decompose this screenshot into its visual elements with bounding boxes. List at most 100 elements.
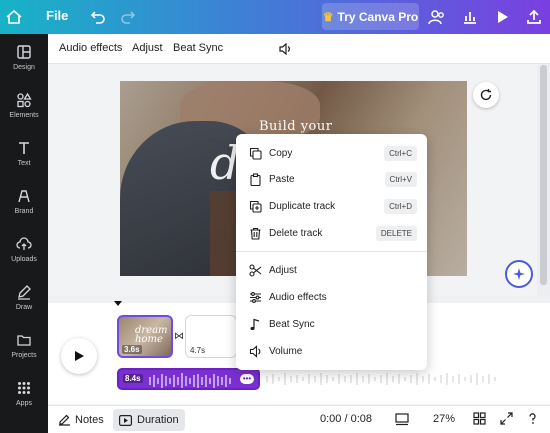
transition-icon[interactable]: ⋈ — [174, 331, 184, 342]
sidebar-item-text[interactable]: Text — [0, 140, 48, 184]
sidebar-item-uploads[interactable]: Uploads — [0, 236, 48, 280]
playhead-marker[interactable] — [114, 301, 122, 306]
menu-item-delete-track[interactable]: Delete track DELETE — [236, 221, 427, 245]
share-upload-icon[interactable] — [524, 7, 544, 27]
upload-cloud-icon — [16, 237, 32, 250]
duplicate-icon — [248, 199, 262, 213]
try-pro-label: Try Canva Pro — [337, 9, 419, 24]
timeline-play-button[interactable] — [61, 338, 97, 374]
sidebar-item-design[interactable]: Design — [0, 44, 48, 88]
sidebar-item-label: Apps — [16, 400, 32, 407]
pen-icon — [18, 285, 31, 300]
sidebar-item-label: Text — [17, 160, 31, 167]
sidebar-item-brand[interactable]: Brand — [0, 188, 48, 232]
notes-label: Notes — [75, 413, 104, 426]
clip-thumbnail-text: dream home — [135, 326, 168, 345]
audio-track[interactable]: 8.4s ••• — [117, 368, 260, 390]
menu-item-label: Duplicate track — [269, 200, 336, 212]
menu-separator — [236, 251, 427, 252]
timeline-clip-2[interactable]: 4.7s — [185, 315, 237, 358]
sidebar-item-draw[interactable]: Draw — [0, 284, 48, 328]
grid-view-icon[interactable] — [473, 412, 486, 425]
text-icon — [19, 142, 29, 154]
top-bar: File ♛ Try Canva Pro — [0, 0, 550, 34]
video-duration-icon — [119, 414, 132, 426]
vertical-scrollbar-thumb[interactable] — [540, 65, 547, 285]
crown-icon: ♛ — [322, 9, 334, 24]
undo-icon[interactable] — [88, 7, 108, 27]
apps-grid-icon — [18, 382, 30, 394]
menu-item-label: Paste — [269, 173, 295, 185]
zoom-level[interactable]: 27% — [433, 413, 455, 425]
sidebar: Design Elements Text Brand Uploads Draw … — [0, 34, 48, 433]
audio-more-options-button[interactable]: ••• — [240, 374, 254, 384]
bottom-bar: Notes Duration 0:00 / 0:08 27% — [48, 405, 550, 433]
menu-item-label: Beat Sync — [269, 318, 315, 330]
timeline-clip-1[interactable]: dream home 3.6s — [117, 315, 173, 358]
shortcut-badge: Ctrl+V — [384, 171, 417, 187]
insights-chart-icon[interactable] — [460, 7, 480, 27]
notes-button[interactable]: Notes — [58, 413, 104, 426]
people-icon[interactable] — [427, 7, 447, 27]
rotate-refresh-button[interactable] — [473, 82, 499, 108]
music-note-icon — [248, 317, 262, 331]
beat-sync-button[interactable]: Beat Sync — [173, 42, 223, 54]
menu-item-paste[interactable]: Paste Ctrl+V — [236, 167, 427, 191]
trash-icon — [248, 226, 262, 240]
fullscreen-expand-icon[interactable] — [500, 412, 513, 425]
menu-item-beat-sync[interactable]: Beat Sync — [236, 312, 427, 336]
clipboard-icon — [248, 172, 262, 186]
duration-label: Duration — [137, 414, 179, 426]
shortcut-badge: Ctrl+D — [384, 198, 417, 214]
sidebar-item-label: Draw — [15, 304, 33, 311]
clip-thumbnail-text-line-2: home — [135, 334, 163, 345]
redo-icon[interactable] — [118, 7, 138, 27]
menu-item-audio-effects[interactable]: Audio effects — [236, 285, 427, 309]
menu-item-copy[interactable]: Copy Ctrl+C — [236, 141, 427, 165]
adjust-button[interactable]: Adjust — [132, 42, 163, 54]
scissors-icon — [248, 263, 262, 277]
clip-duration-badge: 3.6s — [122, 345, 142, 354]
help-question-icon[interactable] — [526, 412, 539, 425]
sidebar-item-apps[interactable]: Apps — [0, 380, 48, 424]
file-menu-button[interactable]: File — [46, 8, 68, 23]
menu-item-label: Audio effects — [269, 291, 327, 303]
context-toolbar: Audio effects Adjust Beat Sync — [48, 34, 550, 64]
sidebar-item-label: Brand — [14, 208, 34, 215]
menu-item-label: Delete track — [269, 227, 323, 239]
play-icon — [75, 351, 84, 361]
sidebar-item-projects[interactable]: Projects — [0, 332, 48, 376]
audio-duration-badge: 8.4s — [123, 374, 143, 383]
sidebar-item-elements[interactable]: Elements — [0, 92, 48, 136]
present-play-icon[interactable] — [492, 7, 512, 27]
menu-item-volume[interactable]: Volume — [236, 339, 427, 363]
home-icon[interactable] — [4, 7, 24, 27]
shapes-icon — [17, 92, 32, 108]
canvas-title-text[interactable]: Build your — [259, 119, 332, 134]
magic-assistant-button[interactable] — [505, 260, 533, 288]
context-menu: Copy Ctrl+C Paste Ctrl+V Duplicate track… — [236, 134, 427, 370]
sparkle-icon — [513, 268, 525, 280]
menu-item-adjust[interactable]: Adjust — [236, 258, 427, 282]
volume-icon — [248, 344, 262, 358]
layout-icon — [17, 45, 31, 59]
audio-waveform-ghost — [266, 373, 496, 385]
menu-item-label: Copy — [269, 147, 293, 159]
try-pro-button[interactable]: ♛ Try Canva Pro — [322, 3, 419, 30]
audio-effects-button[interactable]: Audio effects — [59, 42, 122, 54]
sidebar-item-label: Projects — [11, 352, 37, 359]
duration-button[interactable]: Duration — [113, 409, 185, 431]
sidebar-item-label: Design — [13, 64, 35, 71]
refresh-icon — [480, 89, 492, 101]
sidebar-item-label: Uploads — [11, 256, 37, 263]
page-layout-icon[interactable] — [395, 412, 409, 426]
menu-item-label: Adjust — [269, 264, 297, 276]
sidebar-item-label: Elements — [9, 112, 39, 119]
menu-item-duplicate-track[interactable]: Duplicate track Ctrl+D — [236, 194, 427, 218]
shortcut-badge: Ctrl+C — [384, 145, 417, 161]
brand-icon — [18, 190, 30, 203]
notes-pen-icon — [59, 414, 70, 426]
volume-icon[interactable] — [278, 42, 292, 56]
menu-item-label: Volume — [269, 345, 303, 357]
sliders-icon — [248, 290, 262, 304]
